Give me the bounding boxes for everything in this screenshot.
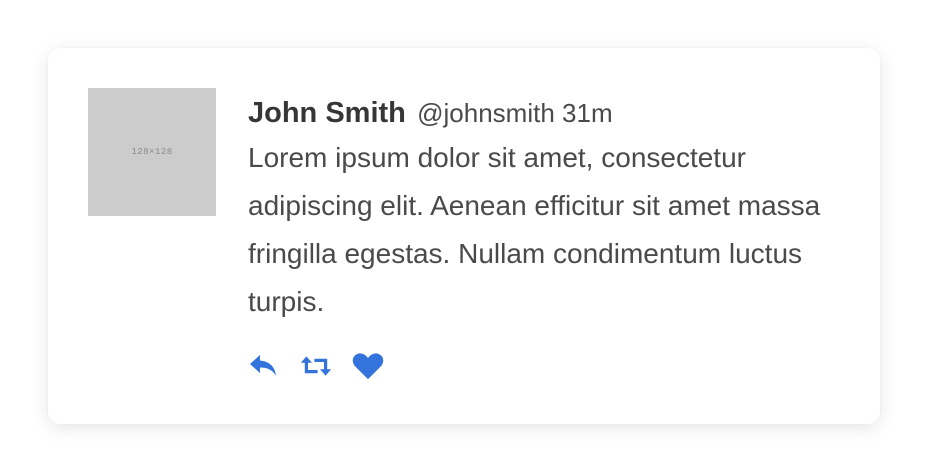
tweet-card: 128×128 John Smith @johnsmith 31m Lorem … [48, 48, 880, 424]
tweet-actions [248, 350, 384, 382]
avatar[interactable]: 128×128 [88, 88, 216, 216]
author-handle[interactable]: @johnsmith [417, 98, 555, 128]
tweet-body: Lorem ipsum dolor sit amet, consectetur … [248, 142, 821, 317]
retweet-button[interactable] [300, 350, 332, 382]
tweet-content: John Smith @johnsmith 31m Lorem ipsum do… [248, 94, 848, 326]
tweet-header: John Smith @johnsmith 31m [248, 94, 848, 132]
like-button[interactable] [352, 350, 384, 382]
reply-button[interactable] [248, 350, 280, 382]
retweet-icon [300, 356, 332, 376]
avatar-placeholder-label: 128×128 [131, 147, 173, 157]
heart-icon [352, 353, 384, 380]
reply-icon [250, 355, 276, 376]
author-name[interactable]: John Smith [248, 97, 406, 129]
timestamp: 31m [562, 98, 613, 128]
